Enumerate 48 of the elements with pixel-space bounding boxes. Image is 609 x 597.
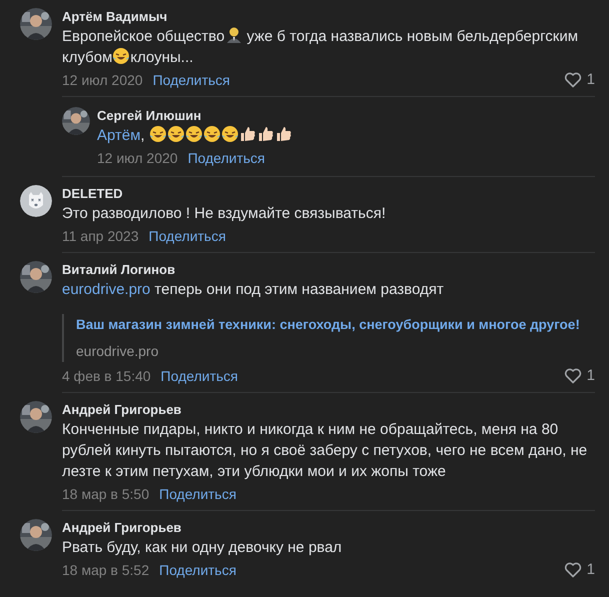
link-domain: eurodrive.pro [76, 342, 160, 360]
heart-icon[interactable] [564, 562, 582, 578]
thumbs-up-icon [274, 125, 293, 143]
share-link[interactable]: Поделиться [188, 148, 265, 168]
link-preview-title[interactable]: Ваш магазин зимней техники: снегоходы, снегоуборщики и многое другое! [76, 316, 583, 334]
comment-text: Рвать буду, как ни одну девочку не рвал [62, 539, 342, 556]
comment-link[interactable]: eurodrive.pro [62, 279, 150, 300]
mention-link[interactable]: Артём [97, 125, 141, 146]
author-name[interactable]: Андрей Григорьев [62, 401, 182, 419]
like-count: 1 [586, 560, 595, 580]
like-count: 1 [586, 366, 595, 386]
author-name[interactable]: Андрей Григорьев [62, 519, 182, 537]
share-link[interactable]: Поделиться [159, 484, 236, 504]
author-name[interactable]: DELETED [62, 185, 123, 203]
heart-icon[interactable] [564, 368, 582, 384]
laughing-face-icon [148, 125, 167, 143]
comment-text: Конченные пидары, никто и никогда к ним не обращайтесь, меня на 80 рублей кинуть пытаются, но я своё заберу с петухов, чего не всем дано, не лезте к этим петухам, эти ублюдки мои и их жопы тоже [62, 421, 588, 480]
share-link[interactable]: Поделиться [152, 70, 230, 90]
comment-date[interactable]: 12 июл 2020 [62, 70, 143, 90]
author-name[interactable]: Артём Вадимыч [62, 8, 168, 26]
author-name[interactable]: Сергей Илюшин [97, 107, 202, 125]
laughing-face-icon [202, 125, 221, 143]
author-name[interactable]: Виталий Логинов [62, 261, 176, 279]
comment-text: Европейское общество [62, 27, 225, 47]
laughing-face-icon [220, 125, 239, 143]
laughing-face-icon [112, 47, 130, 65]
comment-text: теперь они под этим названием разводят [154, 280, 444, 300]
share-link[interactable]: Поделиться [160, 366, 238, 386]
comment-date[interactable]: 18 мар в 5:50 [62, 484, 150, 504]
share-link[interactable]: Поделиться [159, 560, 236, 580]
laughing-face-icon [184, 125, 203, 143]
comment-date[interactable]: 18 мар в 5:52 [62, 560, 150, 580]
heart-icon[interactable] [564, 72, 582, 88]
person-icon [224, 26, 243, 44]
like-count: 1 [586, 70, 595, 90]
thumbs-up-icon [238, 125, 257, 143]
dog-avatar-icon [20, 185, 52, 217]
comment-text: клоуны... [130, 48, 194, 68]
comment-date[interactable]: 4 фев в 15:40 [62, 366, 151, 386]
thumbs-up-icon [256, 125, 275, 143]
comment-text: уже б тогда назвались новым бельдербергским [246, 27, 578, 47]
laughing-face-icon [166, 125, 185, 143]
comment-text: клубом [62, 48, 112, 68]
comment-date[interactable]: 11 апр 2023 [62, 226, 139, 246]
comment-text: , [140, 126, 146, 146]
comment-date[interactable]: 12 июл 2020 [97, 148, 178, 168]
share-link[interactable]: Поделиться [148, 226, 226, 246]
comment-text: Это разводилово ! Не вздумайте связываться! [62, 205, 386, 222]
